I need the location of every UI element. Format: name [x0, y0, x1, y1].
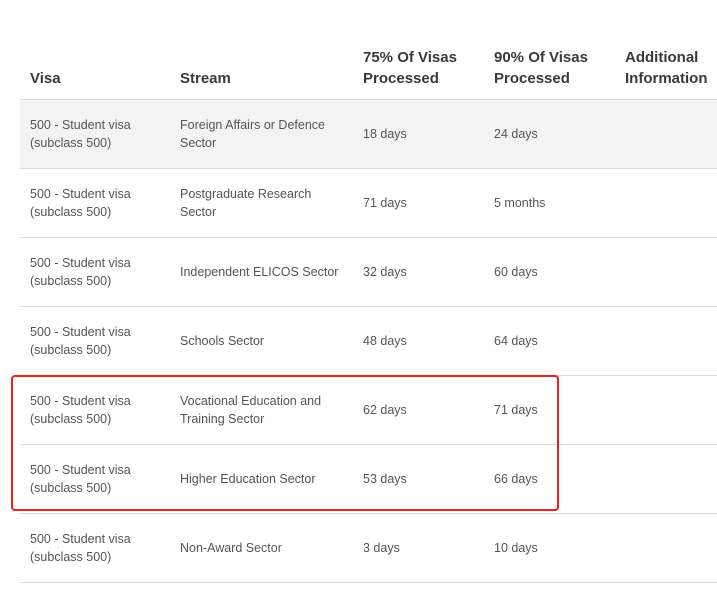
cell-75-percent: 32 days [353, 237, 484, 307]
table-row: 500 - Student visa (subclass 500) Postgr… [20, 168, 717, 238]
header-visa-label: Visa [30, 69, 61, 87]
cell-stream: Independent ELICOS Sector [170, 237, 353, 307]
processing-times-table: Visa Stream 75% Of Visas Processed 90% O… [20, 20, 717, 583]
table-row: 500 - Student visa (subclass 500) Foreig… [20, 98, 717, 169]
cell-90-percent: 24 days [484, 98, 615, 169]
cell-visa: 500 - Student visa (subclass 500) [20, 513, 170, 583]
cell-75-percent: 18 days [353, 98, 484, 169]
cell-stream: Vocational Education and Training Sector [170, 375, 353, 445]
cell-90-percent: 10 days [484, 513, 615, 583]
cell-additional-info [615, 306, 717, 376]
cell-stream: Higher Education Sector [170, 444, 353, 514]
processing-times-page: Visa Stream 75% Of Visas Processed 90% O… [0, 0, 717, 603]
cell-90-percent: 60 days [484, 237, 615, 307]
header-75-percent: 75% Of Visas Processed [353, 20, 484, 99]
cell-additional-info [615, 513, 717, 583]
cell-stream: Schools Sector [170, 306, 353, 376]
header-stream-label: Stream [180, 69, 231, 87]
table-row: 500 - Student visa (subclass 500) Higher… [20, 444, 717, 514]
cell-visa: 500 - Student visa (subclass 500) [20, 306, 170, 376]
header-additional-info: Additional Information [615, 20, 717, 99]
cell-75-percent: 3 days [353, 513, 484, 583]
cell-additional-info [615, 98, 717, 169]
cell-75-percent: 62 days [353, 375, 484, 445]
cell-additional-info [615, 237, 717, 307]
cell-visa: 500 - Student visa (subclass 500) [20, 98, 170, 169]
cell-75-percent: 53 days [353, 444, 484, 514]
cell-stream: Postgraduate Research Sector [170, 168, 353, 238]
header-visa: Visa [20, 20, 170, 99]
cell-visa: 500 - Student visa (subclass 500) [20, 168, 170, 238]
cell-75-percent: 48 days [353, 306, 484, 376]
cell-90-percent: 71 days [484, 375, 615, 445]
cell-stream: Foreign Affairs or Defence Sector [170, 98, 353, 169]
cell-75-percent: 71 days [353, 168, 484, 238]
header-90-percent: 90% Of Visas Processed [484, 20, 615, 99]
cell-90-percent: 66 days [484, 444, 615, 514]
cell-additional-info [615, 375, 717, 445]
cell-visa: 500 - Student visa (subclass 500) [20, 375, 170, 445]
table-row: 500 - Student visa (subclass 500) Indepe… [20, 237, 717, 307]
cell-visa: 500 - Student visa (subclass 500) [20, 444, 170, 514]
table-row: 500 - Student visa (subclass 500) Non-Aw… [20, 513, 717, 583]
header-stream: Stream [170, 20, 353, 99]
header-additional-info-label: Additional Information [625, 48, 708, 87]
header-75-percent-label: 75% Of Visas Processed [363, 48, 457, 87]
table-header-row: Visa Stream 75% Of Visas Processed 90% O… [20, 20, 717, 99]
cell-90-percent: 64 days [484, 306, 615, 376]
cell-stream: Non-Award Sector [170, 513, 353, 583]
cell-additional-info [615, 168, 717, 238]
table-row: 500 - Student visa (subclass 500) Vocati… [20, 375, 717, 445]
table-row: 500 - Student visa (subclass 500) School… [20, 306, 717, 376]
cell-additional-info [615, 444, 717, 514]
header-90-percent-label: 90% Of Visas Processed [494, 48, 588, 87]
cell-visa: 500 - Student visa (subclass 500) [20, 237, 170, 307]
cell-90-percent: 5 months [484, 168, 615, 238]
